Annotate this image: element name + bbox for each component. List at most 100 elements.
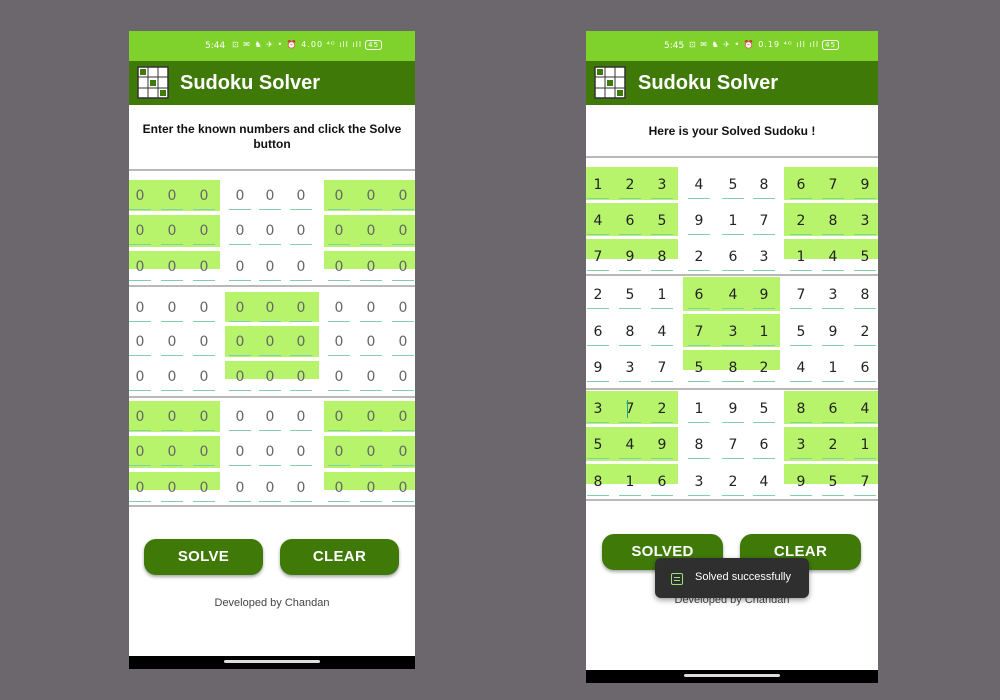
sudoku-cell[interactable]: 0 [129,443,151,466]
sudoku-cell[interactable]: 4 [688,176,710,199]
sudoku-cell[interactable]: 3 [753,248,775,271]
sudoku-cell[interactable]: 5 [753,400,775,423]
sudoku-cell[interactable]: 1 [722,212,744,235]
sudoku-cell[interactable]: 3 [619,359,641,382]
sudoku-cell[interactable]: 0 [328,333,350,356]
sudoku-cell[interactable]: 6 [651,473,673,496]
sudoku-cell[interactable]: 0 [392,443,414,466]
sudoku-cell[interactable]: 5 [688,359,710,382]
sudoku-cell[interactable]: 0 [328,408,350,431]
sudoku-cell[interactable]: 5 [822,473,844,496]
sudoku-cell[interactable]: 8 [822,212,844,235]
sudoku-cell[interactable]: 0 [193,258,215,281]
sudoku-cell[interactable]: 0 [229,333,251,356]
sudoku-cell[interactable]: 0 [129,479,151,502]
sudoku-cell[interactable]: 0 [193,187,215,210]
sudoku-cell[interactable]: 0 [392,187,414,210]
sudoku-cell[interactable]: 0 [161,408,183,431]
sudoku-cell[interactable]: 6 [822,400,844,423]
sudoku-cell[interactable]: 0 [360,222,382,245]
sudoku-cell[interactable]: 0 [259,408,281,431]
sudoku-cell[interactable]: 0 [129,333,151,356]
sudoku-cell[interactable]: 5 [619,286,641,309]
sudoku-cell[interactable]: 0 [161,258,183,281]
sudoku-cell[interactable]: 0 [392,258,414,281]
sudoku-cell[interactable]: 5 [790,323,812,346]
sudoku-cell[interactable]: 9 [854,176,876,199]
sudoku-cell[interactable]: 0 [129,222,151,245]
sudoku-cell[interactable]: 0 [229,368,251,391]
sudoku-cell[interactable]: 0 [360,258,382,281]
sudoku-cell[interactable]: 8 [790,400,812,423]
sudoku-cell[interactable]: 3 [688,473,710,496]
sudoku-cell[interactable]: 8 [854,286,876,309]
sudoku-cell[interactable]: 5 [587,436,609,459]
clear-button[interactable]: CLEAR [280,539,399,575]
sudoku-cell[interactable]: 0 [290,443,312,466]
sudoku-cell[interactable]: 0 [129,187,151,210]
sudoku-cell[interactable]: 2 [587,286,609,309]
sudoku-cell[interactable]: 0 [229,479,251,502]
sudoku-cell[interactable]: 7 [688,323,710,346]
sudoku-cell[interactable]: 0 [129,258,151,281]
sudoku-cell[interactable]: 0 [161,222,183,245]
sudoku-cell[interactable]: 0 [328,299,350,322]
sudoku-cell[interactable]: 5 [651,212,673,235]
sudoku-cell[interactable]: 9 [688,212,710,235]
sudoku-cell[interactable]: 3 [587,400,609,423]
sudoku-cell[interactable]: 1 [854,436,876,459]
sudoku-cell[interactable]: 6 [587,323,609,346]
sudoku-cell[interactable]: 0 [360,333,382,356]
sudoku-cell[interactable]: 4 [619,436,641,459]
sudoku-cell[interactable]: 6 [722,248,744,271]
sudoku-cell[interactable]: 0 [229,443,251,466]
sudoku-cell[interactable]: 0 [129,408,151,431]
sudoku-cell[interactable]: 9 [619,248,641,271]
solve-button[interactable]: SOLVE [144,539,263,575]
sudoku-cell[interactable]: 0 [259,299,281,322]
sudoku-cell[interactable]: 0 [259,368,281,391]
sudoku-cell[interactable]: 0 [328,368,350,391]
sudoku-cell[interactable]: 0 [229,299,251,322]
sudoku-cell[interactable]: 0 [193,368,215,391]
sudoku-cell[interactable]: 7 [722,436,744,459]
sudoku-cell[interactable]: 4 [722,286,744,309]
sudoku-cell[interactable]: 2 [722,473,744,496]
sudoku-cell[interactable]: 7 [587,248,609,271]
sudoku-cell[interactable]: 6 [753,436,775,459]
sudoku-cell[interactable]: 6 [688,286,710,309]
sudoku-cell[interactable]: 0 [360,368,382,391]
home-handle[interactable] [224,660,320,663]
sudoku-cell[interactable]: 1 [790,248,812,271]
sudoku-cell[interactable]: 0 [290,187,312,210]
sudoku-cell[interactable]: 7 [651,359,673,382]
sudoku-cell[interactable]: 0 [161,299,183,322]
sudoku-cell[interactable]: 6 [854,359,876,382]
sudoku-cell[interactable]: 0 [259,479,281,502]
sudoku-cell[interactable]: 2 [822,436,844,459]
sudoku-cell[interactable]: 0 [193,479,215,502]
sudoku-cell[interactable]: 0 [360,408,382,431]
sudoku-cell[interactable]: 8 [688,436,710,459]
sudoku-cell[interactable]: 9 [651,436,673,459]
sudoku-cell[interactable]: 0 [328,443,350,466]
sudoku-cell[interactable]: 4 [753,473,775,496]
sudoku-cell[interactable]: 2 [688,248,710,271]
sudoku-cell[interactable]: 2 [854,323,876,346]
sudoku-cell[interactable]: 7 [854,473,876,496]
sudoku-cell[interactable]: 0 [161,187,183,210]
sudoku-cell[interactable]: 0 [328,187,350,210]
sudoku-cell[interactable]: 0 [328,479,350,502]
sudoku-cell[interactable]: 0 [360,187,382,210]
sudoku-cell[interactable]: 0 [290,333,312,356]
sudoku-cell[interactable]: 1 [753,323,775,346]
sudoku-cell[interactable]: 0 [161,479,183,502]
sudoku-cell[interactable]: 0 [229,222,251,245]
sudoku-cell[interactable]: 0 [129,368,151,391]
sudoku-cell[interactable]: 0 [259,443,281,466]
sudoku-cell[interactable]: 8 [587,473,609,496]
sudoku-cell[interactable]: 8 [722,359,744,382]
sudoku-cell[interactable]: 2 [790,212,812,235]
sudoku-cell[interactable]: 0 [259,258,281,281]
sudoku-cell[interactable]: 0 [392,333,414,356]
